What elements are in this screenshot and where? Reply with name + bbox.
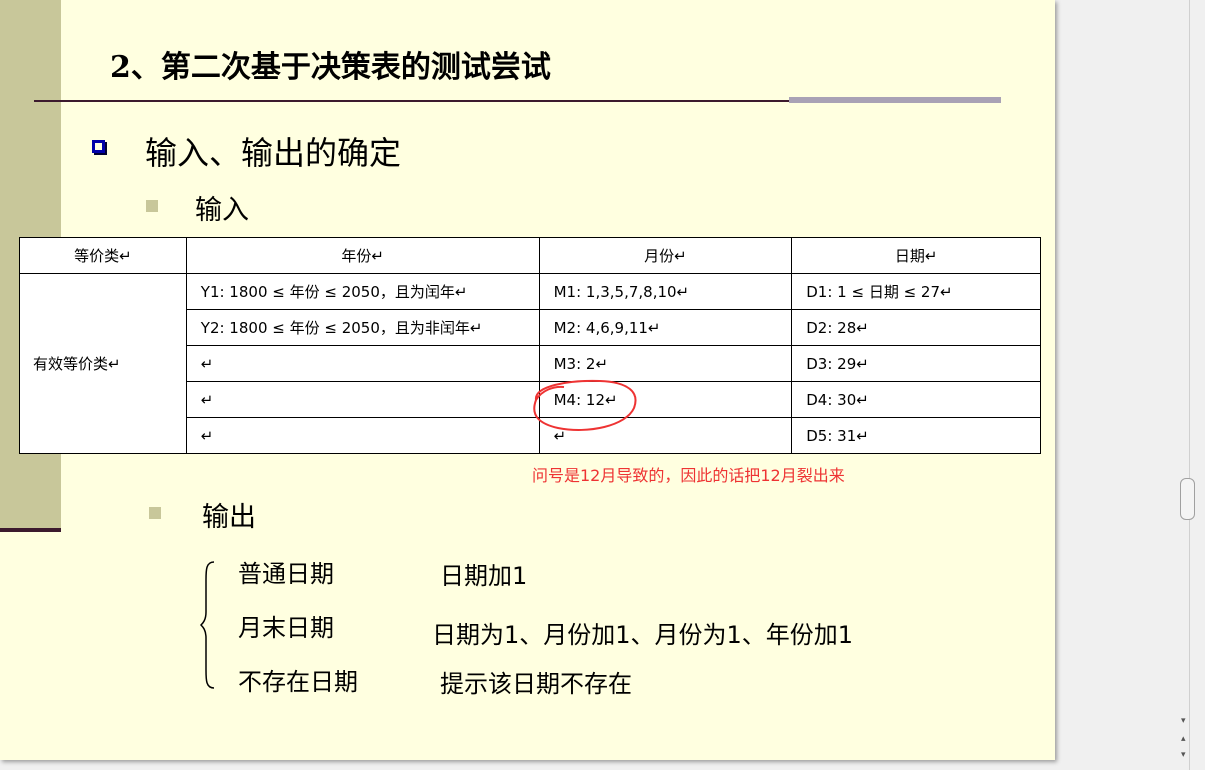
vertical-scrollbar[interactable]	[1175, 0, 1205, 770]
input-label: 输入	[195, 195, 249, 226]
table-header-cell: 日期↵	[791, 237, 1041, 274]
table-header-cell: 年份↵	[185, 237, 540, 274]
hollow-square-icon	[92, 140, 105, 153]
table-cell: Y1: 1800 ≤ 年份 ≤ 2050，且为闰年↵	[185, 273, 540, 310]
output-label: 输出	[202, 502, 256, 533]
table-cell: Y2: 1800 ≤ 年份 ≤ 2050，且为非闰年↵	[185, 309, 540, 346]
slide: 2、第二次基于决策表的测试尝试 输入、输出的确定 输入 等价类↵ 年份↵ 月份↵…	[0, 0, 1055, 760]
table-cell: D1: 1 ≤ 日期 ≤ 27↵	[791, 273, 1041, 310]
table-header-row: 等价类↵ 年份↵ 月份↵ 日期↵	[19, 237, 1041, 274]
table-cell: M3: 2↵	[538, 345, 793, 382]
output-name: 不存在日期	[238, 668, 358, 696]
table-cell: D2: 28↵	[791, 309, 1041, 346]
output-name: 普通日期	[238, 560, 334, 588]
table-cell: ↵	[185, 345, 540, 382]
annotation-note: 问号是12月导致的，因此的话把12月裂出来	[532, 466, 845, 485]
table-header-cell: 月份↵	[538, 237, 793, 274]
table-cell: M2: 4,6,9,11↵	[538, 309, 793, 346]
table-cell: ↵	[185, 381, 540, 418]
output-action: 提示该日期不存在	[440, 670, 632, 698]
table-cell: ↵	[185, 417, 540, 454]
red-circle-annotation	[533, 379, 637, 431]
title-divider-accent	[789, 97, 1001, 103]
slide-title: 2、第二次基于决策表的测试尝试	[110, 50, 551, 85]
table-cell: D3: 29↵	[791, 345, 1041, 382]
scrollbar-rail	[1189, 0, 1190, 770]
triangle-down-icon[interactable]: ▾	[1181, 750, 1186, 760]
table-row: 有效等价类↵ Y1: 1800 ≤ 年份 ≤ 2050，且为闰年↵ M1: 1,…	[19, 273, 1041, 454]
triangle-down-icon[interactable]: ▾	[1181, 716, 1186, 726]
filled-square-icon	[146, 200, 158, 212]
table-cell: D4: 30↵	[791, 381, 1041, 418]
output-action: 日期为1、月份加1、月份为1、年份加1	[432, 621, 854, 649]
table-cell: M1: 1,3,5,7,8,10↵	[538, 273, 793, 310]
triangle-up-icon[interactable]: ▴	[1181, 734, 1186, 744]
output-name: 月末日期	[238, 614, 334, 642]
valid-class-cell: 有效等价类↵	[19, 273, 187, 454]
left-accent-line	[0, 528, 61, 532]
table-cell: D5: 31↵	[791, 417, 1041, 454]
heading-io: 输入、输出的确定	[145, 134, 402, 172]
table-header-cell: 等价类↵	[19, 237, 187, 274]
output-action: 日期加1	[440, 562, 528, 590]
filled-square-icon	[149, 507, 161, 519]
brace-icon	[200, 561, 215, 689]
scrollbar-thumb[interactable]	[1180, 478, 1195, 520]
